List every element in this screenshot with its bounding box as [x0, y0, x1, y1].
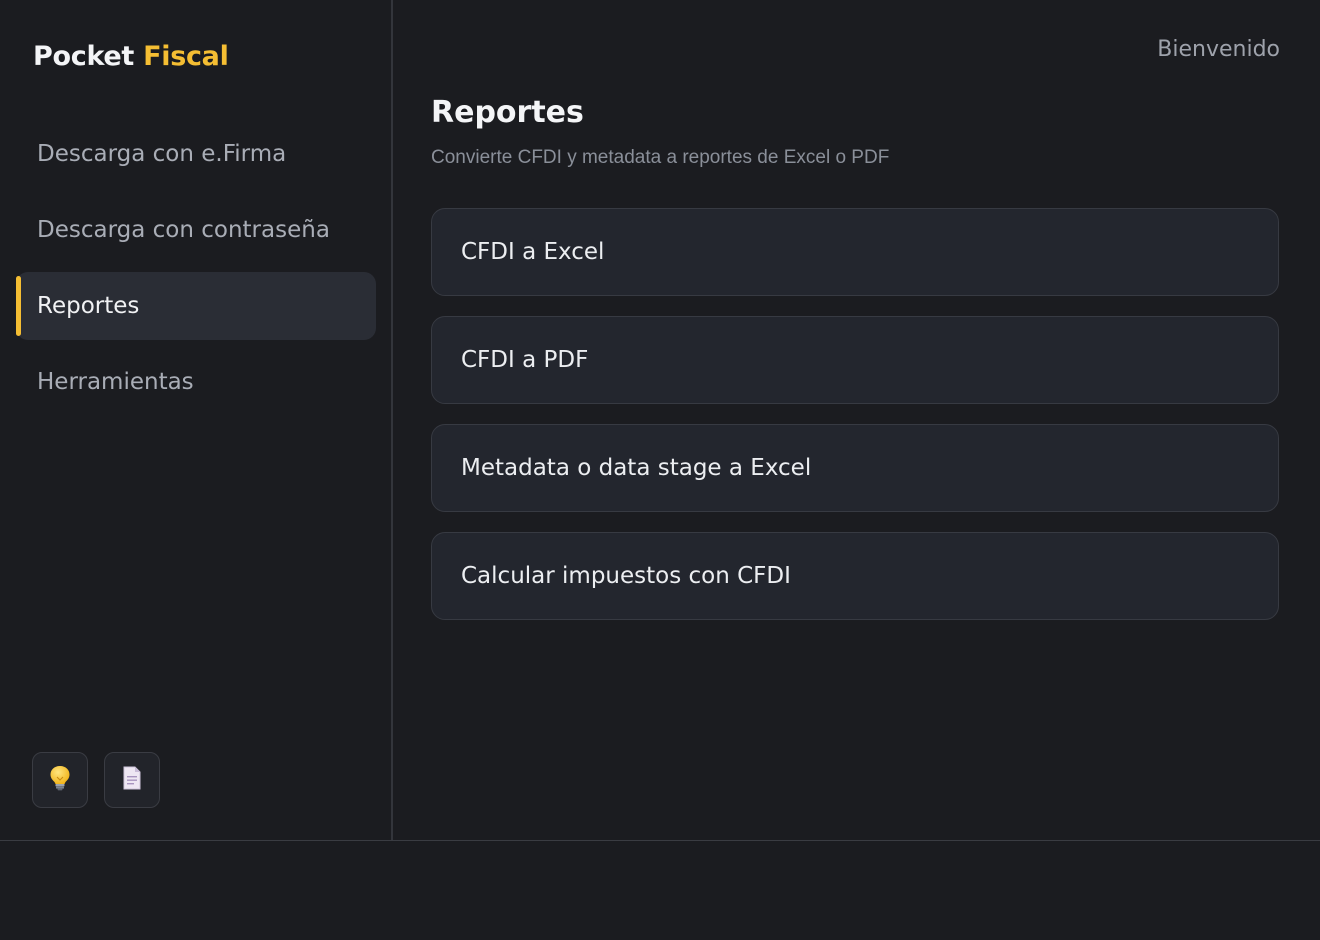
metadata-to-excel-card[interactable]: Metadata o data stage a Excel: [431, 424, 1279, 512]
card-label: Calcular impuestos con CFDI: [461, 563, 791, 589]
sidebar-item-label: Herramientas: [37, 369, 194, 395]
app-window: Pocket Fiscal Descarga con e.Firma Desca…: [0, 0, 1320, 841]
report-options-list: CFDI a Excel CFDI a PDF Metadata o data …: [431, 208, 1279, 640]
welcome-text: Bienvenido: [1157, 37, 1280, 62]
sidebar-nav: Descarga con e.Firma Descarga con contra…: [16, 120, 376, 424]
document-icon: [122, 766, 142, 794]
sidebar-bottom-actions: [32, 752, 160, 808]
page-title: Reportes: [431, 95, 584, 130]
cfdi-to-pdf-card[interactable]: CFDI a PDF: [431, 316, 1279, 404]
main-content: Bienvenido Reportes Convierte CFDI y met…: [393, 0, 1320, 840]
sidebar-item-descarga-efirma[interactable]: Descarga con e.Firma: [16, 120, 376, 188]
brand-name-part2: Fiscal: [143, 41, 229, 72]
brand-name-part1: Pocket: [33, 41, 134, 72]
sidebar-item-label: Descarga con e.Firma: [37, 141, 287, 167]
card-label: CFDI a PDF: [461, 347, 589, 373]
tips-button[interactable]: [32, 752, 88, 808]
cfdi-to-excel-card[interactable]: CFDI a Excel: [431, 208, 1279, 296]
sidebar-item-herramientas[interactable]: Herramientas: [16, 348, 376, 416]
sidebar: Pocket Fiscal Descarga con e.Firma Desca…: [0, 0, 393, 840]
page-subtitle: Convierte CFDI y metadata a reportes de …: [431, 147, 890, 168]
card-label: Metadata o data stage a Excel: [461, 455, 812, 481]
card-label: CFDI a Excel: [461, 239, 605, 265]
sidebar-item-reportes[interactable]: Reportes: [16, 272, 376, 340]
sidebar-item-label: Descarga con contraseña: [37, 217, 330, 243]
sidebar-item-label: Reportes: [37, 293, 140, 319]
documents-button[interactable]: [104, 752, 160, 808]
lightbulb-icon: [49, 765, 71, 795]
brand-logo: Pocket Fiscal: [33, 41, 229, 72]
calculate-taxes-card[interactable]: Calcular impuestos con CFDI: [431, 532, 1279, 620]
sidebar-item-descarga-contrasena[interactable]: Descarga con contraseña: [16, 196, 376, 264]
